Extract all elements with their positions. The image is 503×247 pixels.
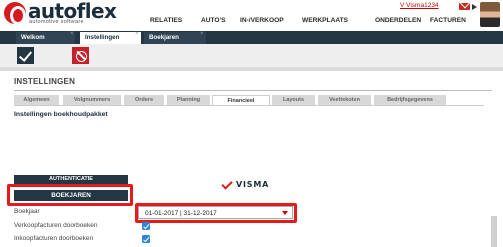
tab-instellingen-close-icon[interactable]: × — [135, 31, 139, 37]
subtab-volgnummers[interactable]: Volgnummers — [63, 95, 121, 105]
subtab-algemeen[interactable]: Algemeen — [14, 95, 59, 105]
subtab-bedrijfsgegevens[interactable]: Bedrijfsgegevens — [374, 95, 446, 105]
tab-boekjaren-label: Boekjaren — [149, 34, 179, 41]
inkoopfacturen-label: Inkoopfacturen doorboeken — [14, 235, 94, 242]
cancel-button[interactable] — [72, 47, 89, 64]
scrollbar[interactable] — [491, 216, 497, 247]
tab-welkom-close-icon[interactable]: × — [70, 31, 74, 37]
brand-tagline: automotive software — [29, 19, 84, 25]
menu-item-relaties[interactable]: RELATIES — [150, 17, 182, 24]
tab-welkom-label: Welkom — [21, 34, 45, 41]
avatar[interactable] — [480, 2, 500, 27]
highlight-box-boekjaar — [135, 203, 297, 223]
autoflex-logo[interactable]: autoflex automotive software — [4, 0, 136, 25]
subtab-planning[interactable]: Planning — [167, 95, 210, 105]
user-name[interactable]: V Visma1234 — [400, 2, 439, 9]
menu-item-werkplaats[interactable]: WERKPLAATS — [302, 17, 348, 24]
menu-item-onderdelen[interactable]: ONDERDELEN — [375, 17, 421, 24]
logout-arrow-icon[interactable] — [472, 4, 477, 10]
inkoopfacturen-checkbox[interactable] — [142, 235, 150, 243]
package-settings-title: Instellingen boekhoudpakket — [14, 111, 108, 118]
section-divider — [14, 90, 492, 91]
subtab-orders[interactable]: Orders — [124, 95, 164, 105]
page-title: INSTELLINGEN — [14, 77, 76, 86]
tab-boekjaren-close-icon[interactable]: × — [200, 31, 204, 37]
top-bar: autoflex automotive software V Visma1234… — [0, 0, 503, 31]
visma-logo-text: VISMA — [236, 180, 270, 189]
subtab-layouts[interactable]: Layouts — [272, 95, 315, 105]
save-checkmark-button[interactable] — [17, 47, 34, 64]
boekjaar-label: Boekjaar — [14, 208, 40, 215]
tab-boekjaren[interactable]: Boekjaren — [144, 32, 206, 44]
mail-icon[interactable] — [459, 3, 470, 10]
verkoopfacturen-label: Verkoopfacturen doorboeken — [14, 222, 98, 229]
verkoopfacturen-checkbox[interactable] — [142, 222, 150, 230]
toolbar-divider — [0, 67, 503, 71]
user-link[interactable]: V Visma1234 — [400, 2, 439, 9]
tab-instellingen[interactable]: Instellingen — [80, 32, 141, 44]
highlight-box-boekjaren — [7, 184, 133, 206]
tab-instellingen-label: Instellingen — [85, 34, 120, 41]
menu-item-in-verkoop[interactable]: IN-/VERKOOP — [240, 17, 284, 24]
menu-item-autos[interactable]: AUTO'S — [201, 17, 226, 24]
tab-welkom[interactable]: Welkom — [16, 32, 75, 44]
menu-item-facturen[interactable]: FACTUREN — [430, 17, 466, 24]
visma-check-icon — [221, 178, 233, 190]
tab-bar: Welkom × Instellingen × Boekjaren × — [0, 31, 503, 44]
autoflex-logo-icon — [4, 2, 26, 25]
subtabs-divider — [14, 105, 484, 106]
subtab-veettekoten[interactable]: Veettekoten — [318, 95, 371, 105]
